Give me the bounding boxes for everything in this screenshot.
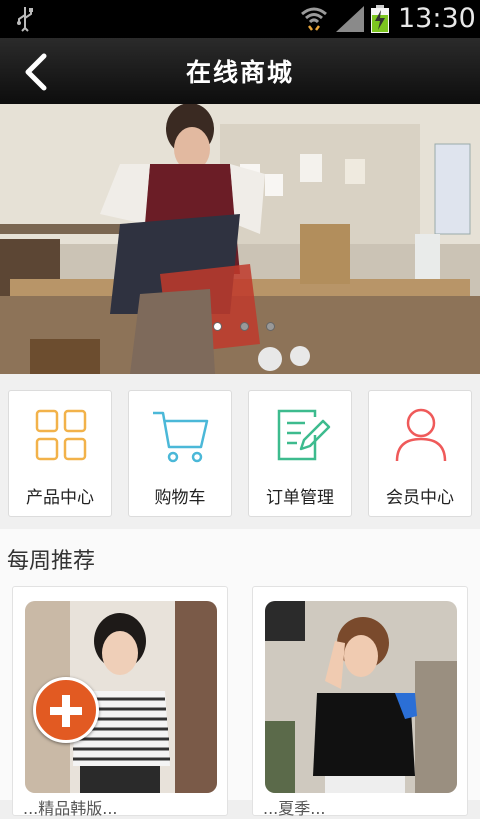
product-image-2 xyxy=(265,601,457,793)
carousel-dot-1[interactable] xyxy=(213,322,222,331)
carousel-dot-3[interactable] xyxy=(266,322,275,331)
plus-icon-vertical xyxy=(62,695,70,727)
product-name-2: ...夏季... xyxy=(263,799,326,818)
battery-charging-icon xyxy=(371,5,389,33)
grid-icon xyxy=(35,409,87,461)
order-management-label: 订单管理 xyxy=(266,488,334,508)
page-title: 在线商城 xyxy=(185,58,294,87)
wifi-icon xyxy=(301,7,327,31)
product-center-button[interactable]: 产品中心 xyxy=(8,390,112,517)
signal-icon xyxy=(336,6,364,32)
add-button[interactable] xyxy=(33,677,99,743)
status-bar: 13:30 xyxy=(0,0,480,38)
cart-icon xyxy=(153,411,209,463)
product-card-2[interactable]: ...夏季... xyxy=(252,586,468,818)
member-center-label: 会员中心 xyxy=(386,488,454,508)
usb-icon xyxy=(17,7,33,32)
order-edit-icon xyxy=(277,409,331,461)
shopping-cart-button[interactable]: 购物车 xyxy=(128,390,232,517)
user-icon xyxy=(395,408,447,462)
banner-image xyxy=(0,104,480,374)
carousel-dot-2[interactable] xyxy=(240,322,249,331)
weekly-recommendations: 每周推荐 ...精品韩版... ...夏季... xyxy=(0,529,480,818)
order-management-button[interactable]: 订单管理 xyxy=(248,390,352,517)
app-header: 在线商城 xyxy=(0,38,480,104)
banner-carousel[interactable] xyxy=(0,104,480,374)
section-heading: 每周推荐 xyxy=(7,549,96,574)
quick-links: 产品中心 购物车 订单管理 会员中心 xyxy=(0,374,480,529)
product-name-1: ...精品韩版... xyxy=(23,799,118,818)
product-center-label: 产品中心 xyxy=(26,488,94,508)
shopping-cart-label: 购物车 xyxy=(154,488,206,508)
member-center-button[interactable]: 会员中心 xyxy=(368,390,472,517)
clock-time: 13:30 xyxy=(398,3,476,34)
